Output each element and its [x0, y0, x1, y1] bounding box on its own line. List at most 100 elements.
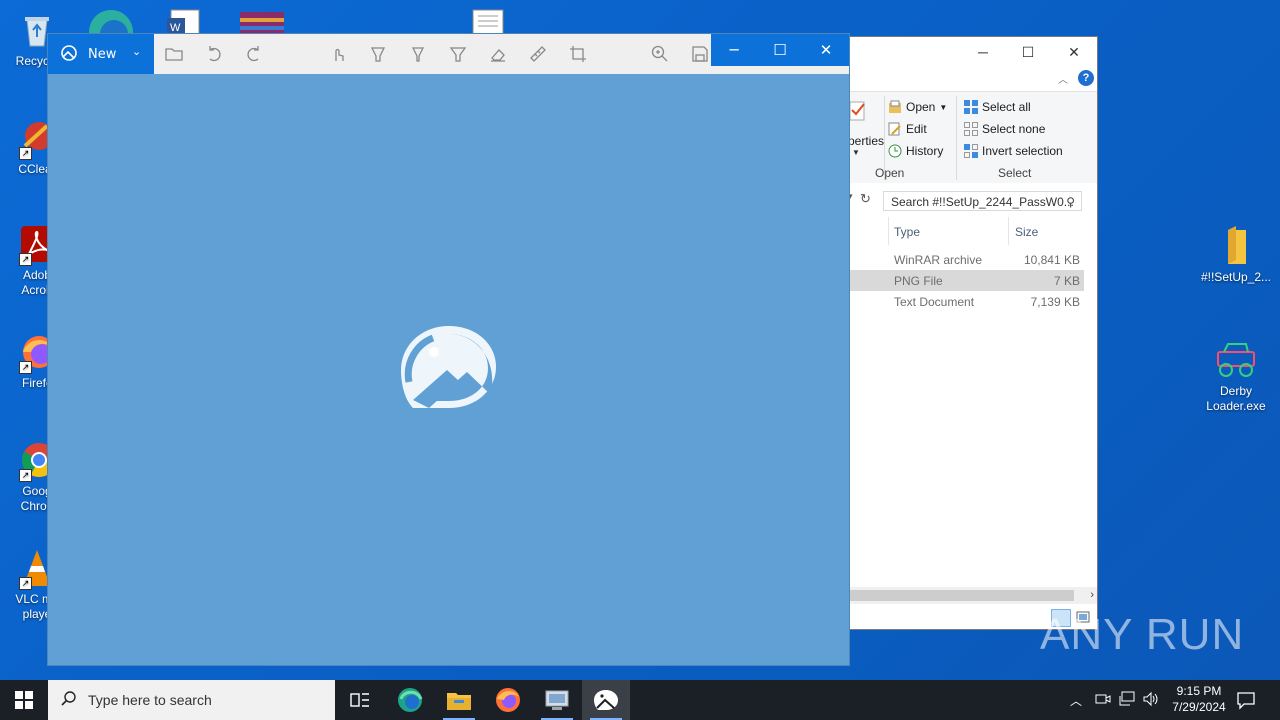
ruler-icon[interactable]	[528, 44, 548, 64]
file-row[interactable]: WinRAR archive 10,841 KB	[848, 249, 1084, 270]
invert-selection-button[interactable]: Invert selection	[964, 144, 1063, 158]
taskbar-file-explorer[interactable]	[435, 680, 483, 720]
crop-icon[interactable]	[568, 44, 588, 64]
properties-button[interactable]: perties	[848, 134, 884, 148]
new-button[interactable]: New ⌄	[48, 34, 154, 74]
volume-icon[interactable]	[1142, 691, 1160, 707]
properties-dropdown-icon[interactable]: ▼	[852, 148, 860, 157]
explorer-titlebar: ─ ☐ ✕	[848, 37, 1097, 67]
file-type: PNG File	[894, 274, 943, 288]
select-all-icon	[964, 100, 978, 114]
highlighter-icon[interactable]	[448, 44, 468, 64]
new-dropdown-icon: ⌄	[132, 45, 142, 58]
horizontal-scrollbar[interactable]: ›	[848, 587, 1097, 604]
search-icon: ⚲	[1066, 195, 1075, 209]
zoom-in-icon[interactable]	[650, 44, 670, 64]
photos-caption-buttons: ─ ☐ ✕	[711, 34, 849, 66]
pencil-icon[interactable]	[408, 44, 428, 64]
redo-icon[interactable]	[244, 44, 264, 64]
open-dropdown-icon: ▼	[939, 102, 948, 112]
network-icon[interactable]	[1118, 691, 1136, 707]
edit-icon	[888, 122, 902, 136]
task-view-button[interactable]	[336, 680, 384, 720]
explorer-ribbon: perties ▼ Open ▼ Edit History Open Selec…	[848, 91, 1097, 185]
scrollbar-thumb[interactable]	[848, 590, 1074, 601]
taskbar-remote-app[interactable]	[533, 680, 581, 720]
shortcut-arrow-icon: ↗	[19, 577, 32, 590]
open-icon	[888, 100, 902, 114]
photos-splash-logo-icon	[399, 322, 499, 412]
explorer-maximize-button[interactable]: ☐	[1005, 37, 1051, 67]
open-button[interactable]: Open ▼	[888, 100, 947, 114]
invert-selection-icon	[964, 144, 978, 158]
touch-writing-icon[interactable]	[328, 44, 348, 64]
ribbon-collapse-icon[interactable]: ︿	[1058, 71, 1068, 86]
select-all-button[interactable]: Select all	[964, 100, 1031, 114]
properties-label: perties	[848, 134, 885, 148]
edit-label: Edit	[906, 122, 927, 136]
search-placeholder: Search #!!SetUp_2244_PassW0...	[891, 195, 1074, 209]
column-header-type[interactable]: Type	[894, 225, 920, 239]
history-button[interactable]: History	[888, 144, 943, 158]
ballpoint-pen-icon[interactable]	[368, 44, 388, 64]
photos-icon	[594, 690, 618, 710]
eraser-icon[interactable]	[488, 44, 508, 64]
desktop-icon-word-doc-partial[interactable]: W	[165, 8, 205, 35]
desktop-icon-derby-loader[interactable]: Derby Loader.exe	[1199, 340, 1273, 414]
watermark: ANY RUN	[1040, 610, 1245, 659]
desktop-icon-edge-partial[interactable]	[86, 4, 136, 54]
file-type: Text Document	[894, 295, 975, 309]
taskbar-clock[interactable]: 9:15 PM 7/29/2024	[1164, 683, 1234, 715]
start-button[interactable]	[0, 680, 48, 720]
edge-icon	[398, 688, 423, 712]
file-explorer-icon	[447, 693, 471, 710]
file-row[interactable]: Text Document 7,139 KB	[848, 291, 1084, 312]
scroll-right-icon[interactable]: ›	[1090, 587, 1094, 604]
open-folder-icon[interactable]	[164, 44, 184, 64]
invert-selection-label: Invert selection	[982, 144, 1063, 158]
show-hidden-icons-icon[interactable]: ︿	[1070, 692, 1082, 709]
photos-close-button[interactable]: ✕	[803, 34, 849, 66]
clock-date: 7/29/2024	[1172, 700, 1226, 714]
desktop-icon-winrar-partial[interactable]	[238, 8, 286, 34]
taskbar-firefox[interactable]	[484, 680, 532, 720]
search-input[interactable]: Search #!!SetUp_2244_PassW0... ⚲	[883, 191, 1082, 211]
photos-minimize-button[interactable]: ─	[711, 34, 757, 66]
new-label: New	[88, 47, 117, 62]
select-none-icon	[964, 122, 978, 136]
select-none-button[interactable]: Select none	[964, 122, 1045, 136]
save-icon[interactable]	[690, 44, 710, 64]
file-row[interactable]: PNG File 7 KB	[848, 270, 1084, 291]
taskbar-edge[interactable]	[386, 680, 434, 720]
task-view-icon	[350, 693, 369, 707]
history-icon	[888, 144, 902, 158]
help-icon[interactable]: ?	[1078, 70, 1094, 86]
column-header-size[interactable]: Size	[1015, 225, 1038, 239]
desktop-icon-label: Derby Loader.exe	[1206, 384, 1266, 413]
file-size: 7,139 KB	[1030, 295, 1080, 309]
column-header-row: Type Size	[848, 217, 1088, 245]
address-search-row: ▾ ↻ Search #!!SetUp_2244_PassW0... ⚲	[848, 183, 1097, 217]
monitor-app-icon	[545, 690, 569, 710]
taskbar-photos[interactable]	[582, 680, 630, 720]
undo-icon[interactable]	[204, 44, 224, 64]
taskbar-search-placeholder: Type here to search	[88, 692, 212, 708]
ribbon-group-open: Open	[875, 166, 905, 180]
refresh-icon[interactable]: ↻	[860, 191, 871, 207]
desktop-icon-setup-folder[interactable]: #!!SetUp_2...	[1199, 226, 1273, 285]
meet-now-icon[interactable]	[1095, 691, 1111, 707]
explorer-close-button[interactable]: ✕	[1051, 37, 1097, 67]
notifications-icon[interactable]	[1236, 690, 1256, 710]
photos-app-window: New ⌄ ─ ☐ ✕	[47, 33, 850, 666]
taskbar-search-box[interactable]: Type here to search	[48, 680, 335, 720]
file-size: 10,841 KB	[1023, 253, 1080, 267]
edit-button[interactable]: Edit	[888, 122, 927, 136]
jeep-icon	[1216, 340, 1256, 380]
windows-logo-icon	[15, 691, 33, 709]
photos-maximize-button[interactable]: ☐	[757, 34, 803, 66]
explorer-minimize-button[interactable]: ─	[960, 37, 1006, 67]
ribbon-group-select: Select	[998, 166, 1032, 180]
ribbon-separator	[956, 96, 957, 180]
shortcut-arrow-icon: ↗	[19, 253, 32, 266]
desktop-icon-text-file-partial[interactable]	[470, 8, 506, 35]
